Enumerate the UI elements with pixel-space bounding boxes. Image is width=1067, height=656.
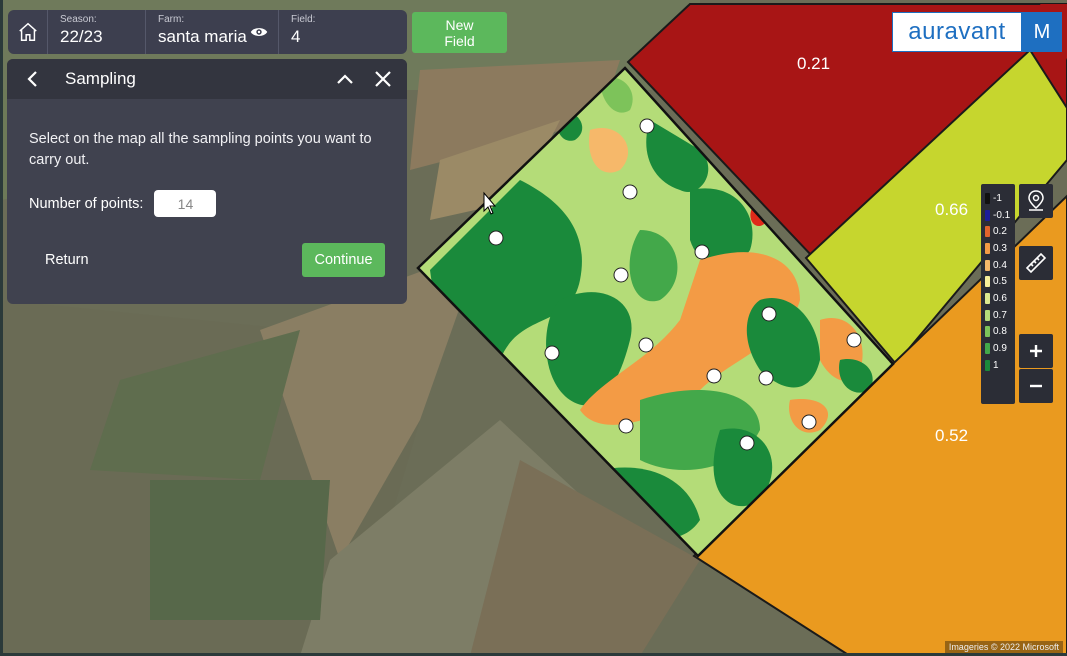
legend-value: 1 (993, 359, 999, 371)
sampling-point[interactable] (622, 184, 638, 200)
legend-row: -1 (981, 190, 1015, 207)
sampling-point[interactable] (613, 267, 629, 283)
ruler-icon (1025, 252, 1047, 274)
field-value-label: 0.21 (797, 54, 830, 73)
collapse-button[interactable] (333, 67, 357, 91)
field-value: 4 (291, 27, 301, 46)
field-selector[interactable]: Field: 4 (279, 10, 407, 54)
zoom-in-icon (1030, 345, 1042, 357)
measure-tool-button[interactable] (1019, 246, 1053, 280)
legend-swatch (985, 209, 990, 221)
sampling-point[interactable] (761, 306, 777, 322)
sampling-instruction: Select on the map all the sampling point… (29, 131, 372, 168)
season-label: Season: (60, 14, 97, 25)
season-selector[interactable]: Season: 22/23 (48, 10, 146, 54)
sampling-point[interactable] (488, 230, 504, 246)
context-bar: Season: 22/23 Farm: santa maria Field: 4 (8, 10, 407, 54)
legend-row: 0.2 (981, 223, 1015, 240)
panel-title: Sampling (65, 69, 136, 88)
zoom-in-button[interactable] (1019, 334, 1053, 368)
window-frame (0, 0, 3, 656)
points-input[interactable] (154, 190, 217, 217)
legend-row: 0.3 (981, 240, 1015, 257)
legend-value: 0.8 (993, 326, 1007, 338)
sampling-point[interactable] (639, 118, 655, 134)
field-value-label: 0.52 (935, 426, 968, 445)
field-label: Field: (291, 14, 316, 25)
legend-value: -0.1 (993, 209, 1011, 221)
home-button[interactable] (8, 10, 48, 54)
legend-row: 1 (981, 357, 1015, 374)
sampling-point[interactable] (694, 244, 710, 260)
user-avatar[interactable]: M (1022, 12, 1062, 52)
legend-swatch (985, 292, 990, 304)
legend-row: 0.9 (981, 340, 1015, 357)
ndvi-legend: -1 -0.1 0.2 0.3 0.4 0.5 0.6 0.7 0.8 0.9 1 (981, 184, 1015, 404)
sampling-point[interactable] (739, 435, 755, 451)
legend-swatch (985, 226, 990, 238)
legend-swatch (985, 359, 990, 371)
legend-value: 0.4 (993, 259, 1007, 271)
close-button[interactable] (371, 67, 395, 91)
sampling-point[interactable] (801, 414, 817, 430)
legend-value: 0.7 (993, 309, 1007, 321)
sampling-point[interactable] (706, 368, 722, 384)
sampling-point[interactable] (846, 332, 862, 348)
sampling-point[interactable] (758, 370, 774, 386)
eye-icon[interactable] (250, 25, 268, 39)
new-field-button[interactable]: New Field (412, 12, 507, 53)
brand-header: auravant M (892, 12, 1062, 52)
farm-selector[interactable]: Farm: santa maria (146, 10, 279, 54)
season-value: 22/23 (60, 27, 103, 46)
map-pin-icon (1028, 190, 1044, 211)
farm-value: santa maria (158, 27, 247, 46)
legend-value: 0.5 (993, 276, 1007, 288)
chevron-up-icon (337, 74, 353, 84)
map-attribution: Imageries © 2022 Microsoft (944, 641, 1063, 653)
sampling-point[interactable] (618, 418, 634, 434)
legend-swatch (985, 326, 990, 338)
legend-swatch (985, 242, 990, 254)
legend-value: 0.6 (993, 292, 1007, 304)
legend-value: -1 (993, 192, 1002, 204)
field-value-label: 0.66 (935, 200, 968, 219)
legend-value: 0.9 (993, 343, 1007, 355)
farm-label: Farm: (158, 14, 185, 25)
zoom-out-button[interactable] (1019, 369, 1053, 403)
points-label: Number of points: (29, 195, 144, 212)
legend-row: -0.1 (981, 207, 1015, 224)
legend-swatch (985, 192, 990, 204)
return-button[interactable]: Return (45, 252, 89, 268)
legend-row: 0.6 (981, 290, 1015, 307)
chevron-left-icon (27, 71, 37, 87)
legend-value: 0.2 (993, 226, 1007, 238)
legend-value: 0.3 (993, 242, 1007, 254)
location-tool-button[interactable] (1019, 184, 1053, 218)
sampling-point[interactable] (638, 337, 654, 353)
sampling-panel: Sampling Select on the map all the sampl… (7, 59, 407, 304)
zoom-out-icon (1030, 384, 1042, 388)
legend-swatch (985, 276, 990, 288)
back-button[interactable] (21, 67, 45, 91)
legend-row: 0.8 (981, 324, 1015, 341)
brand-logo: auravant (892, 12, 1022, 52)
legend-swatch (985, 259, 990, 271)
panel-header: Sampling (7, 59, 407, 99)
legend-row: 0.7 (981, 307, 1015, 324)
legend-swatch (985, 343, 990, 355)
close-icon (375, 71, 391, 87)
legend-row: 0.4 (981, 257, 1015, 274)
sampling-point[interactable] (544, 345, 560, 361)
continue-button[interactable]: Continue (302, 243, 385, 277)
legend-row: 0.5 (981, 273, 1015, 290)
legend-swatch (985, 309, 990, 321)
home-icon (18, 22, 37, 41)
